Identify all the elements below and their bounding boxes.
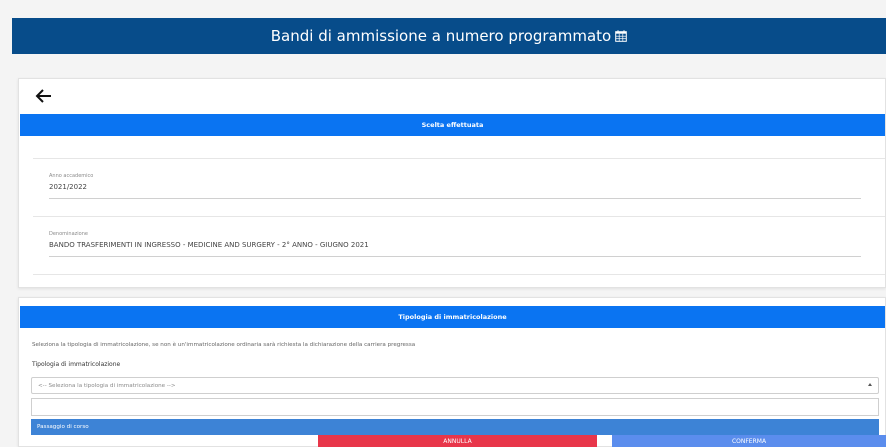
field-underline bbox=[49, 256, 861, 257]
dropdown-option-passaggio[interactable]: Passaggio di corso bbox=[31, 419, 879, 435]
enrollment-heading: Tipologia di immatricolazione bbox=[20, 306, 885, 328]
academic-year-value: 2021/2022 bbox=[49, 183, 87, 191]
selection-card: Scelta effettuata Anno accademico 2021/2… bbox=[18, 78, 886, 288]
academic-year-label: Anno accademico bbox=[49, 173, 94, 179]
selection-heading: Scelta effettuata bbox=[20, 114, 885, 136]
dropdown-search-input[interactable] bbox=[31, 398, 879, 416]
divider bbox=[33, 216, 885, 217]
field-underline bbox=[49, 198, 861, 199]
denomination-label: Denominazione bbox=[49, 231, 88, 237]
enrollment-select-label: Tipologia di immatricolazione bbox=[32, 361, 121, 368]
select-placeholder: <-- Seleziona la tipologia di immatricol… bbox=[38, 382, 176, 389]
enrollment-card: Tipologia di immatricolazione Seleziona … bbox=[18, 297, 886, 447]
divider bbox=[33, 158, 885, 159]
arrow-left-icon[interactable] bbox=[35, 87, 53, 105]
cancel-button[interactable]: ANNULLA bbox=[318, 435, 597, 447]
confirm-button[interactable]: CONFERMA bbox=[612, 435, 886, 447]
calendar-icon bbox=[615, 30, 628, 42]
page-title: Bandi di ammissione a numero programmato bbox=[270, 27, 612, 45]
divider bbox=[33, 274, 885, 275]
enrollment-help-text: Seleziona la tipologia di immatricolazio… bbox=[32, 342, 416, 348]
caret-up-icon bbox=[868, 383, 872, 386]
denomination-value: BANDO TRASFERIMENTI IN INGRESSO - MEDICI… bbox=[49, 241, 369, 249]
page-header: Bandi di ammissione a numero programmato bbox=[12, 18, 886, 54]
enrollment-type-select[interactable]: <-- Seleziona la tipologia di immatricol… bbox=[31, 377, 879, 394]
